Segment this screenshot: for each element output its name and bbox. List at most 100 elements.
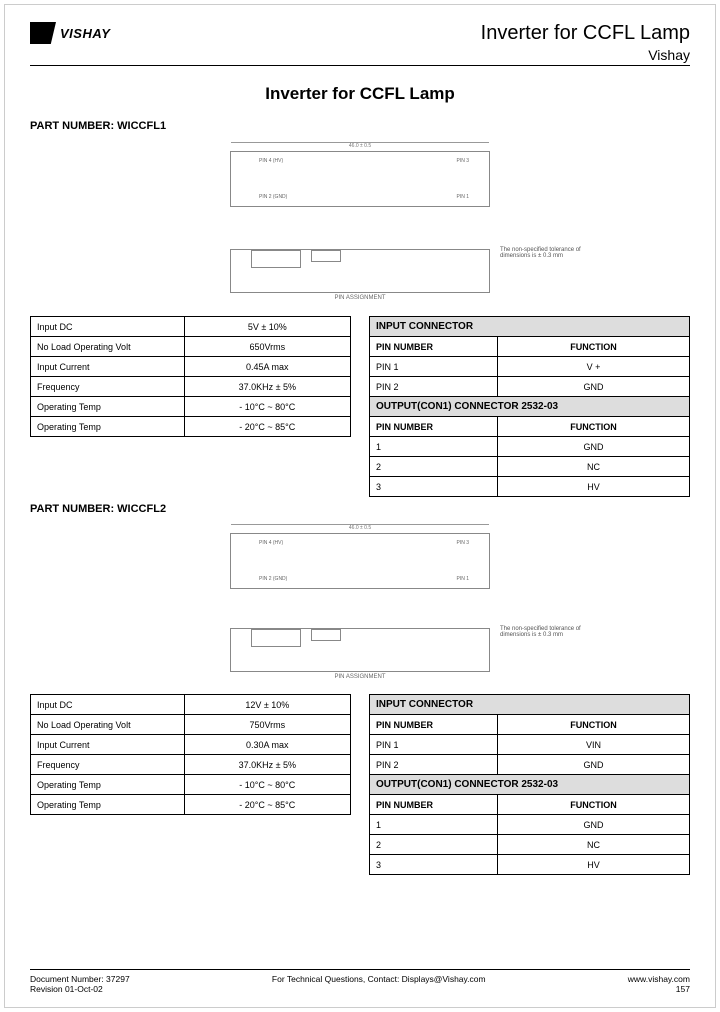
conn-row: PIN 1VIN bbox=[370, 735, 690, 755]
page-number: 157 bbox=[628, 984, 690, 994]
spec-key: Frequency bbox=[31, 377, 185, 397]
pin-assignment-label: PIN ASSIGNMENT bbox=[230, 674, 490, 680]
conn-row: PIN 1V + bbox=[370, 357, 690, 377]
conn-row: 3HV bbox=[370, 477, 690, 497]
brand-text: VISHAY bbox=[60, 26, 110, 41]
vishay-flag-icon bbox=[30, 22, 56, 44]
spec-row: Input Current0.30A max bbox=[31, 735, 351, 755]
spec-val: - 10°C ~ 80°C bbox=[184, 397, 350, 417]
pin-cell: PIN 2 bbox=[370, 377, 498, 397]
spec-val: 37.0KHz ± 5% bbox=[184, 755, 350, 775]
part1-spec-table: Input DC5V ± 10% No Load Operating Volt6… bbox=[30, 316, 351, 437]
spec-row: Input DC5V ± 10% bbox=[31, 317, 351, 337]
spec-val: - 10°C ~ 80°C bbox=[184, 775, 350, 795]
part2-output-connector-table: OUTPUT(CON1) CONNECTOR 2532-03 PIN NUMBE… bbox=[369, 774, 690, 875]
pin-cell: 3 bbox=[370, 855, 498, 875]
footer-contact: For Technical Questions, Contact: Displa… bbox=[272, 974, 486, 994]
pin4-label: PIN 4 (HV) bbox=[259, 540, 283, 546]
spec-val: 37.0KHz ± 5% bbox=[184, 377, 350, 397]
func-cell: GND bbox=[498, 755, 690, 775]
input-conn-title: INPUT CONNECTOR bbox=[370, 695, 690, 715]
part1-side-view bbox=[230, 249, 490, 293]
pin4-label: PIN 4 (HV) bbox=[259, 158, 283, 164]
part2-side-view bbox=[230, 628, 490, 672]
conn-row: 3HV bbox=[370, 855, 690, 875]
pin-cell: PIN 1 bbox=[370, 735, 498, 755]
pin3-label: PIN 3 bbox=[456, 158, 469, 164]
conn-row: PIN 2GND bbox=[370, 755, 690, 775]
conn-row: 1GND bbox=[370, 815, 690, 835]
header-subtitle: Vishay bbox=[481, 47, 690, 63]
spec-val: 0.45A max bbox=[184, 357, 350, 377]
spec-row: Operating Temp- 20°C ~ 85°C bbox=[31, 795, 351, 815]
col-func: FUNCTION bbox=[498, 795, 690, 815]
spec-key: Operating Temp bbox=[31, 775, 185, 795]
tolerance-note: The non-specified tolerance of dimension… bbox=[500, 247, 600, 259]
footer-left: Document Number: 37297 Revision 01-Oct-0… bbox=[30, 974, 130, 994]
component-block bbox=[251, 629, 301, 647]
part2-label: PART NUMBER: WICCFL2 bbox=[30, 503, 690, 515]
part1-tables: Input DC5V ± 10% No Load Operating Volt6… bbox=[30, 316, 690, 497]
header: VISHAY Inverter for CCFL Lamp Vishay bbox=[30, 22, 690, 66]
pin3-label: PIN 3 bbox=[456, 540, 469, 546]
pin-cell: PIN 1 bbox=[370, 357, 498, 377]
spec-key: Operating Temp bbox=[31, 397, 185, 417]
conn-row: 1GND bbox=[370, 437, 690, 457]
col-pin: PIN NUMBER bbox=[370, 715, 498, 735]
spec-key: Operating Temp bbox=[31, 417, 185, 437]
func-cell: NC bbox=[498, 457, 690, 477]
col-func: FUNCTION bbox=[498, 715, 690, 735]
component-block bbox=[311, 250, 341, 262]
footer-url: www.vishay.com bbox=[628, 974, 690, 984]
conn-row: 2NC bbox=[370, 457, 690, 477]
pin-cell: 1 bbox=[370, 815, 498, 835]
spec-row: No Load Operating Volt650Vrms bbox=[31, 337, 351, 357]
func-cell: VIN bbox=[498, 735, 690, 755]
part1-output-connector-table: OUTPUT(CON1) CONNECTOR 2532-03 PIN NUMBE… bbox=[369, 396, 690, 497]
dim-width: 46.0 ± 0.5 bbox=[231, 524, 489, 531]
func-cell: HV bbox=[498, 855, 690, 875]
spec-row: Operating Temp- 20°C ~ 85°C bbox=[31, 417, 351, 437]
spec-key: Input Current bbox=[31, 357, 185, 377]
spec-val: 0.30A max bbox=[184, 735, 350, 755]
col-pin: PIN NUMBER bbox=[370, 337, 498, 357]
pin2-label: PIN 2 (GND) bbox=[259, 194, 287, 200]
spec-key: Input DC bbox=[31, 695, 185, 715]
func-cell: V + bbox=[498, 357, 690, 377]
spec-row: Operating Temp- 10°C ~ 80°C bbox=[31, 775, 351, 795]
spec-row: No Load Operating Volt750Vrms bbox=[31, 715, 351, 735]
page-title: Inverter for CCFL Lamp bbox=[30, 84, 690, 104]
func-cell: GND bbox=[498, 815, 690, 835]
col-func: FUNCTION bbox=[498, 337, 690, 357]
spec-val: - 20°C ~ 85°C bbox=[184, 417, 350, 437]
spec-row: Frequency37.0KHz ± 5% bbox=[31, 377, 351, 397]
logo: VISHAY bbox=[30, 22, 110, 44]
part1-input-connector-table: INPUT CONNECTOR PIN NUMBERFUNCTION PIN 1… bbox=[369, 316, 690, 397]
func-cell: HV bbox=[498, 477, 690, 497]
part1-top-view: 46.0 ± 0.5 PIN 4 (HV) PIN 3 PIN 2 (GND) … bbox=[230, 151, 490, 207]
header-right: Inverter for CCFL Lamp Vishay bbox=[481, 22, 690, 63]
pin-cell: PIN 2 bbox=[370, 755, 498, 775]
tolerance-note: The non-specified tolerance of dimension… bbox=[500, 626, 600, 638]
component-block bbox=[251, 250, 301, 268]
pin-cell: 1 bbox=[370, 437, 498, 457]
spec-val: 5V ± 10% bbox=[184, 317, 350, 337]
spec-row: Operating Temp- 10°C ~ 80°C bbox=[31, 397, 351, 417]
spec-row: Input Current0.45A max bbox=[31, 357, 351, 377]
pin-cell: 2 bbox=[370, 835, 498, 855]
header-title: Inverter for CCFL Lamp bbox=[481, 22, 690, 45]
output-conn-title: OUTPUT(CON1) CONNECTOR 2532-03 bbox=[370, 775, 690, 795]
input-conn-title: INPUT CONNECTOR bbox=[370, 317, 690, 337]
spec-key: Operating Temp bbox=[31, 795, 185, 815]
pin-cell: 3 bbox=[370, 477, 498, 497]
conn-row: 2NC bbox=[370, 835, 690, 855]
part1-diagram: 46.0 ± 0.5 PIN 4 (HV) PIN 3 PIN 2 (GND) … bbox=[30, 136, 690, 316]
spec-key: Frequency bbox=[31, 755, 185, 775]
func-cell: GND bbox=[498, 377, 690, 397]
pin2-label: PIN 2 (GND) bbox=[259, 576, 287, 582]
pin1-label: PIN 1 bbox=[456, 194, 469, 200]
revision: Revision 01-Oct-02 bbox=[30, 984, 130, 994]
part2-top-view: 46.0 ± 0.5 PIN 4 (HV) PIN 3 PIN 2 (GND) … bbox=[230, 533, 490, 589]
pin-cell: 2 bbox=[370, 457, 498, 477]
spec-val: 12V ± 10% bbox=[184, 695, 350, 715]
